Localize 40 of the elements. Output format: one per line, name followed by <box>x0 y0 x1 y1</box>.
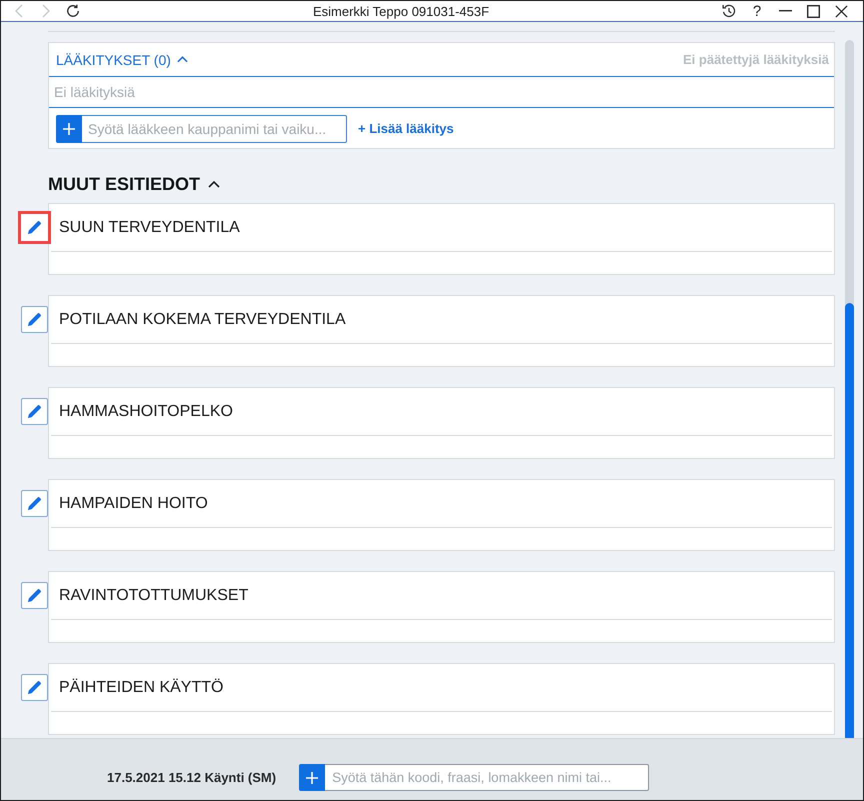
section-title: PÄIHTEIDEN KÄYTTÖ <box>59 678 224 696</box>
entry-field[interactable]: Syötä tähän koodi, fraasi, lomakkeen nimi tai... <box>325 764 650 791</box>
add-button[interactable] <box>56 114 82 142</box>
section-title: SUUN TERVEYDENTILA <box>59 218 240 236</box>
pencil-icon <box>27 680 42 695</box>
ended-medications-note: Ei päätettyjä lääkityksiä <box>683 52 829 67</box>
edit-button[interactable] <box>18 211 51 244</box>
plus-icon <box>306 772 318 784</box>
medication-search-field[interactable]: Syötä lääkkeen kauppanimi tai vaiku... <box>82 114 347 142</box>
history-icon <box>722 4 736 18</box>
window-title: Esimerkki Teppo 091031-453F <box>312 4 490 18</box>
minimize-icon <box>778 10 792 12</box>
close-icon <box>834 4 848 18</box>
empty-medications-text: Ei lääkityksiä <box>54 84 135 100</box>
pencil-icon <box>27 220 42 235</box>
add-button[interactable] <box>299 764 326 791</box>
section-title: RAVINTOTOTTUMUKSET <box>59 586 248 604</box>
add-medication-link[interactable]: + Lisää lääkitys <box>356 121 456 136</box>
section-title: POTILAAN KOKEMA TERVEYDENTILA <box>59 310 346 328</box>
chevron-right-icon <box>42 4 50 18</box>
pencil-icon <box>27 312 42 327</box>
section-title: HAMMASHOITOPELKO <box>59 402 233 420</box>
visit-label: 17.5.2021 15.12 Käynti (SM) <box>107 770 276 785</box>
edit-button[interactable] <box>21 674 48 701</box>
pencil-icon <box>27 496 42 511</box>
scrollbar-thumb[interactable] <box>845 303 854 738</box>
plus-icon <box>63 122 75 134</box>
help-button[interactable]: ? <box>743 1 771 21</box>
edit-button[interactable] <box>21 490 48 517</box>
medications-toggle[interactable]: LÄÄKITYKSET (0) <box>55 52 189 68</box>
maximize-icon <box>806 4 820 18</box>
edit-button[interactable] <box>21 398 48 425</box>
pencil-icon <box>27 588 42 603</box>
edit-button[interactable] <box>21 582 48 609</box>
section-title: HAMPAIDEN HOITO <box>59 494 208 512</box>
edit-button[interactable] <box>21 306 48 333</box>
refresh-icon <box>66 4 80 18</box>
other-info-toggle[interactable]: MUUT ESITIEDOT <box>48 173 220 195</box>
pencil-icon <box>27 404 42 419</box>
chevron-left-icon <box>14 4 22 18</box>
